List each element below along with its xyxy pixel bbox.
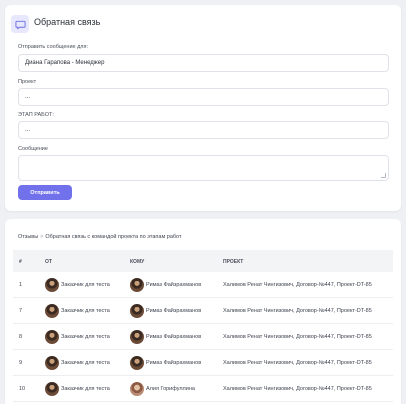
row-project: Халимов Ренат Чингизович, Договор-№447, … [223, 360, 372, 366]
stage-value: ... [25, 127, 31, 133]
project-select[interactable]: ... [18, 88, 389, 106]
row-to: Римаз Файзрахманов [130, 350, 201, 376]
row-from-name: Заказчик для теста [61, 386, 110, 392]
column-header-id: # [19, 259, 22, 265]
row-to-name: Римаз Файзрахманов [146, 360, 202, 366]
row-project: Халимов Ренат Чингизович, Договор-№447, … [223, 282, 372, 288]
table-header: # ОТ КОМУ ПРОЕКТ [13, 250, 393, 272]
row-from-name: Заказчик для теста [61, 308, 110, 314]
row-id: 10 [19, 386, 26, 392]
avatar [130, 382, 144, 396]
table-row[interactable]: 1 Заказчик для теста Римаз Файзрахманов … [13, 272, 393, 298]
row-to: Римаз Файзрахманов [130, 324, 201, 350]
table-row[interactable]: 8 Заказчик для теста Римаз Файзрахманов … [13, 324, 393, 350]
row-from-name: Заказчик для теста [61, 360, 110, 366]
column-header-project: ПРОЕКТ [223, 259, 244, 265]
avatar [130, 304, 144, 318]
table-row[interactable]: 7 Заказчик для теста Римаз Файзрахманов … [13, 298, 393, 324]
row-id: 1 [19, 282, 23, 288]
row-id: 9 [19, 360, 23, 366]
avatar [45, 304, 59, 318]
avatar [130, 278, 144, 292]
avatar [45, 278, 59, 292]
resize-handle-icon[interactable] [381, 173, 386, 178]
avatar [130, 356, 144, 370]
row-to: Римаз Файзрахманов [130, 272, 201, 298]
stage-select[interactable]: ... [18, 121, 389, 139]
message-textarea[interactable] [18, 155, 389, 181]
table-row[interactable]: 9 Заказчик для теста Римаз Файзрахманов … [13, 350, 393, 376]
column-header-to: КОМУ [130, 259, 145, 265]
feedback-card: Обратная связь Отправить сообщение для: … [5, 5, 401, 211]
avatar [45, 330, 59, 344]
row-from-name: Заказчик для теста [61, 282, 110, 288]
row-from-name: Заказчик для теста [61, 334, 110, 340]
chat-bubble-icon [11, 15, 29, 33]
row-to-name: Римаз Файзрахманов [146, 308, 202, 314]
row-id: 7 [19, 308, 23, 314]
row-from: Заказчик для теста [45, 324, 110, 350]
avatar [45, 382, 59, 396]
recipient-select[interactable]: Диана Гарапова - Менеджер [18, 54, 389, 72]
breadcrumb-root[interactable]: Отзывы [18, 234, 38, 240]
recipient-value: Диана Гарапова - Менеджер [25, 60, 105, 66]
stage-label: ЭТАП РАБОТ: [18, 112, 54, 118]
column-header-from: ОТ [45, 259, 52, 265]
avatar [130, 330, 144, 344]
row-to: Алия Горифуллина [130, 376, 195, 402]
breadcrumb-current: Обратная связь с командой проекта по эта… [45, 234, 182, 240]
row-from: Заказчик для теста [45, 272, 110, 298]
message-label: Сообщение [18, 146, 48, 152]
row-to: Римаз Файзрахманов [130, 298, 201, 324]
row-project: Халимов Ренат Чингизович, Договор-№447, … [223, 386, 372, 392]
row-to-name: Алия Горифуллина [146, 386, 195, 392]
reviews-card: Отзывы > Обратная связь с командой проекта… [5, 219, 401, 404]
row-from: Заказчик для теста [45, 350, 110, 376]
table-row[interactable]: 10 Заказчик для теста Алия Горифуллина Х… [13, 376, 393, 402]
recipient-label: Отправить сообщение для: [18, 44, 89, 50]
project-label: Проект [18, 79, 37, 85]
row-project: Халимов Ренат Чингизович, Договор-№447, … [223, 334, 372, 340]
page-title: Обратная связь [34, 17, 101, 27]
breadcrumb-separator: > [40, 234, 44, 240]
submit-button[interactable]: Отправить [18, 185, 72, 200]
avatar [45, 356, 59, 370]
row-id: 8 [19, 334, 23, 340]
row-to-name: Римаз Файзрахманов [146, 334, 202, 340]
row-from: Заказчик для теста [45, 298, 110, 324]
row-to-name: Римаз Файзрахманов [146, 282, 202, 288]
project-value: ... [25, 94, 31, 100]
row-from: Заказчик для теста [45, 376, 110, 402]
row-project: Халимов Ренат Чингизович, Договор-№447, … [223, 308, 372, 314]
breadcrumb: Отзывы > Обратная связь с командой проекта… [18, 234, 181, 240]
